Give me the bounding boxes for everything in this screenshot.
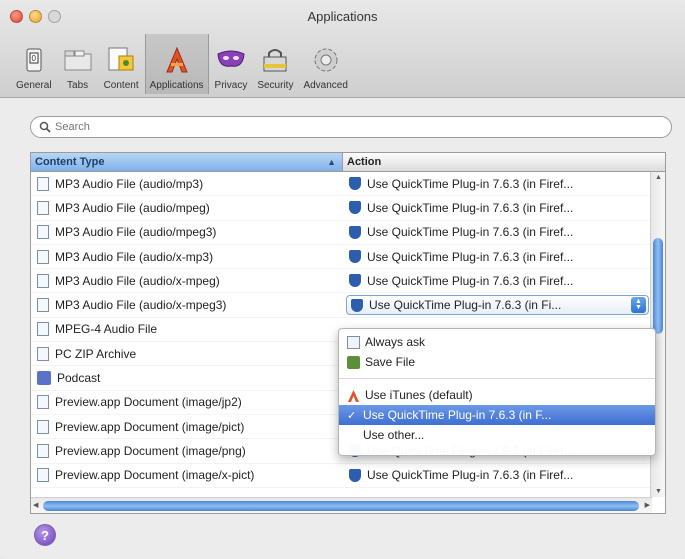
help-button[interactable]: ? [34, 524, 56, 546]
table-row[interactable]: MP3 Audio File (audio/mpeg3) Use QuickTim… [31, 221, 665, 245]
action-cell[interactable]: Use QuickTime Plug-in 7.6.3 (in Firef... [343, 201, 649, 215]
horizontal-scrollbar[interactable]: ◀ ▶ [31, 497, 652, 513]
document-icon [37, 419, 49, 434]
search-icon [39, 121, 51, 133]
quicktime-plugin-icon [349, 250, 361, 264]
content-type-cell: MP3 Audio File (audio/x-mp3) [31, 249, 343, 264]
svg-text:0: 0 [31, 54, 36, 63]
action-cell[interactable]: Use QuickTime Plug-in 7.6.3 (in Firef... [343, 274, 649, 288]
table-row[interactable]: MP3 Audio File (audio/mpeg) Use QuickTime… [31, 196, 665, 221]
gear-icon [310, 44, 342, 76]
preferences-window: Applications 0 General Tabs Content Appl… [0, 0, 685, 559]
content-type-cell: MP3 Audio File (audio/mp3) [31, 176, 343, 191]
menu-item-use-other[interactable]: Use other... [339, 425, 655, 445]
column-header-content-type[interactable]: Content Type ▲ [31, 153, 343, 171]
document-icon [37, 322, 49, 337]
content-type-cell: Preview.app Document (image/jp2) [31, 395, 343, 410]
tab-advanced[interactable]: Advanced [299, 34, 351, 94]
content-type-cell: PC ZIP Archive [31, 346, 343, 361]
content-type-cell: MPEG-4 Audio File [31, 322, 343, 337]
quicktime-plugin-icon [351, 298, 363, 312]
quicktime-plugin-icon [349, 201, 361, 215]
action-cell[interactable]: Use QuickTime Plug-in 7.6.3 (in Firef... [343, 468, 649, 482]
content-type-cell: Preview.app Document (image/pict) [31, 419, 343, 434]
document-icon [37, 346, 49, 361]
horizontal-scroll-thumb[interactable] [43, 501, 639, 511]
content-type-cell: MP3 Audio File (audio/x-mpeg3) [31, 298, 343, 313]
tab-applications[interactable]: Applications [144, 34, 209, 94]
content-type-cell: Preview.app Document (image/x-pict) [31, 468, 343, 483]
content-type-cell: MP3 Audio File (audio/mpeg) [31, 200, 343, 215]
table-row[interactable]: MP3 Audio File (audio/x-mp3) Use QuickTim… [31, 245, 665, 270]
quicktime-plugin-icon [349, 177, 361, 191]
action-dropdown-menu: Always ask Save File Use iTunes (default… [338, 328, 656, 456]
action-cell[interactable]: Use QuickTime Plug-in 7.6.3 (in Firef... [343, 250, 649, 264]
scroll-down-icon[interactable]: ▼ [655, 488, 662, 495]
scroll-left-icon[interactable]: ◀ [33, 501, 38, 509]
column-header-action[interactable]: Action [343, 153, 381, 171]
applications-icon [161, 44, 193, 76]
scroll-right-icon[interactable]: ▶ [645, 501, 650, 509]
switch-icon: 0 [18, 44, 50, 76]
table-row[interactable]: MP3 Audio File (audio/mp3) Use QuickTime … [31, 172, 665, 197]
content-icon [105, 44, 137, 76]
title-bar: Applications 0 General Tabs Content Appl… [0, 0, 685, 98]
document-icon [37, 273, 49, 288]
document-icon [37, 395, 49, 410]
menu-item-use-itunes[interactable]: Use iTunes (default) [339, 385, 655, 405]
podcast-icon [37, 371, 51, 386]
quicktime-plugin-icon [349, 274, 361, 288]
content-type-cell: MP3 Audio File (audio/x-mpeg) [31, 273, 343, 288]
document-icon [37, 443, 49, 458]
save-file-icon [347, 355, 360, 369]
document-icon [37, 249, 49, 264]
content-type-cell: Preview.app Document (image/png) [31, 443, 343, 458]
content-type-cell: Podcast [31, 371, 343, 386]
preferences-toolbar: 0 General Tabs Content Applications Priv… [12, 34, 354, 94]
tab-tabs[interactable]: Tabs [58, 34, 98, 94]
tabs-icon [62, 44, 94, 76]
tab-general[interactable]: 0 General [12, 34, 56, 94]
document-icon [37, 298, 49, 313]
table-row[interactable]: MP3 Audio File (audio/x-mpeg3) Use QuickT… [31, 293, 665, 318]
table-row[interactable]: MP3 Audio File (audio/x-mpeg) Use QuickTi… [31, 269, 665, 294]
window-title: Applications [307, 9, 378, 24]
document-icon [37, 225, 49, 240]
menu-item-use-quicktime[interactable]: ✓ Use QuickTime Plug-in 7.6.3 (in F... [339, 405, 655, 425]
tab-privacy[interactable]: Privacy [211, 34, 252, 94]
menu-item-save-file[interactable]: Save File [339, 352, 655, 372]
content-type-cell: MP3 Audio File (audio/mpeg3) [31, 225, 343, 240]
popup-arrows-icon: ▲ ▼ [631, 297, 646, 314]
tab-content[interactable]: Content [100, 34, 143, 94]
search-field[interactable] [30, 116, 672, 138]
document-icon [37, 176, 49, 191]
search-input[interactable] [55, 121, 615, 133]
action-cell[interactable]: Use QuickTime Plug-in 7.6.3 (in Firef... [343, 177, 649, 191]
security-lock-icon [259, 44, 291, 76]
table-header: Content Type ▲ Action [31, 153, 665, 172]
document-icon [37, 468, 49, 483]
itunes-app-icon [348, 389, 359, 402]
document-icon [37, 200, 49, 215]
menu-item-always-ask[interactable]: Always ask [339, 332, 655, 352]
quicktime-plugin-icon [349, 468, 361, 482]
list-icon [347, 335, 360, 349]
checkmark-icon: ✓ [347, 409, 357, 422]
action-popup-button[interactable]: Use QuickTime Plug-in 7.6.3 (in Fi... ▲ ▼ [346, 295, 649, 316]
scroll-up-icon[interactable]: ▲ [655, 174, 662, 181]
sort-ascending-icon: ▲ [327, 157, 336, 167]
table-row[interactable]: Preview.app Document (image/x-pict) Use Q… [31, 464, 665, 488]
action-cell[interactable]: Use QuickTime Plug-in 7.6.3 (in Firef... [343, 225, 649, 239]
privacy-mask-icon [215, 44, 247, 76]
quicktime-plugin-icon [349, 225, 361, 239]
tab-security[interactable]: Security [253, 34, 297, 94]
action-cell[interactable]: Use QuickTime Plug-in 7.6.3 (in Fi... ▲ ▼ [343, 295, 649, 316]
vertical-scroll-thumb[interactable] [653, 238, 663, 334]
menu-separator [339, 378, 655, 379]
